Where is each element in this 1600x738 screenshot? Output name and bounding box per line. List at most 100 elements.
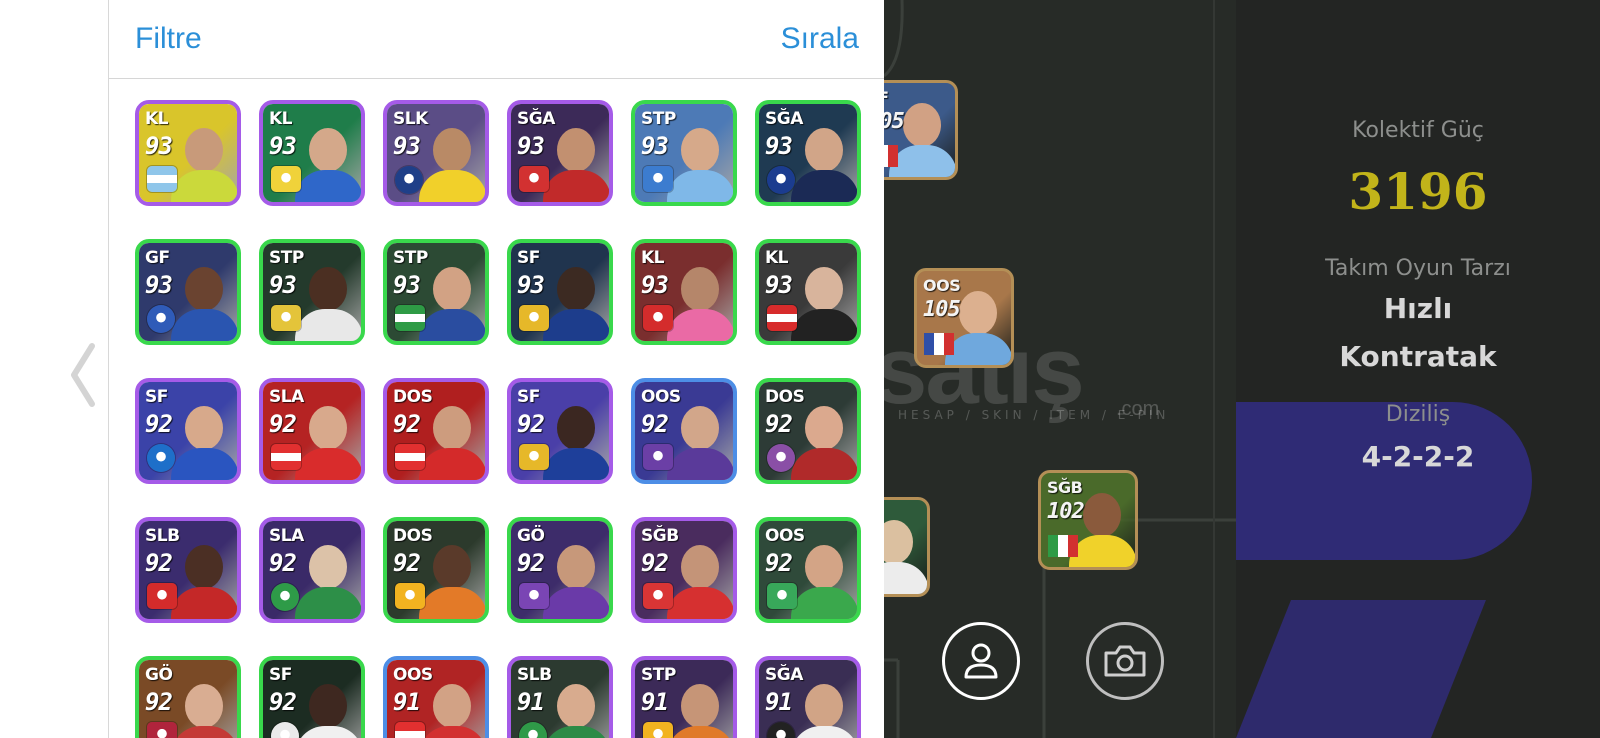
player-card[interactable]: STP 93 — [259, 239, 365, 345]
profile-button[interactable] — [942, 622, 1020, 700]
player-position: SF — [517, 248, 540, 268]
formation-value: 4-2-2-2 — [1361, 440, 1475, 473]
nation-flag-icon — [395, 444, 425, 470]
player-position: SF — [269, 665, 292, 685]
player-card[interactable]: GÖ 92 — [507, 517, 613, 623]
player-photo — [417, 122, 485, 202]
left-margin — [0, 0, 108, 738]
player-card[interactable]: SLA 92 — [259, 517, 365, 623]
player-card[interactable]: SF 92 — [135, 378, 241, 484]
player-rating: 91 — [517, 688, 545, 716]
club-crest-icon — [767, 583, 797, 609]
player-head — [805, 684, 843, 728]
player-rating: 92 — [393, 549, 421, 577]
player-head — [805, 406, 843, 450]
player-position: SĞB — [1047, 478, 1083, 497]
player-head — [681, 545, 719, 589]
formation-player-card[interactable]: OOS 105 — [914, 268, 1014, 368]
player-rating: 93 — [517, 271, 545, 299]
club-crest-icon — [519, 166, 549, 192]
player-card[interactable]: SF 93 — [507, 239, 613, 345]
player-position: SF — [145, 387, 168, 407]
player-card[interactable]: KL 93 — [259, 100, 365, 206]
player-card[interactable]: SĞA 91 — [755, 656, 861, 738]
club-crest-icon — [519, 305, 549, 331]
nation-flag-icon — [884, 145, 898, 167]
player-card[interactable]: GF 93 — [135, 239, 241, 345]
player-rating: 92 — [517, 410, 545, 438]
player-head — [884, 520, 913, 564]
player-card[interactable]: OOS 92 — [631, 378, 737, 484]
player-position: SĞA — [765, 665, 803, 685]
player-card[interactable]: SLA 92 — [259, 378, 365, 484]
player-position: KL — [765, 248, 789, 268]
player-card[interactable]: OOS 91 — [383, 656, 489, 738]
player-shirt — [791, 309, 857, 341]
player-photo — [417, 261, 485, 341]
sort-button[interactable]: Sırala — [781, 22, 859, 56]
player-rating: 92 — [393, 410, 421, 438]
player-card[interactable]: STP 93 — [631, 100, 737, 206]
club-crest-icon — [767, 444, 795, 472]
nation-flag-icon — [271, 444, 301, 470]
player-shirt — [889, 145, 955, 177]
nation-flag-icon — [924, 333, 954, 355]
player-card[interactable]: SLB 91 — [507, 656, 613, 738]
player-card[interactable]: KL 93 — [631, 239, 737, 345]
player-head — [557, 128, 595, 172]
player-photo — [169, 261, 237, 341]
player-photo — [789, 122, 857, 202]
player-head — [681, 128, 719, 172]
chevron-left-icon[interactable] — [66, 340, 100, 410]
player-card[interactable]: KL 93 — [135, 100, 241, 206]
formation-player-card[interactable]: SF 105 — [884, 80, 958, 180]
player-head — [185, 128, 223, 172]
player-position: OOS — [765, 526, 805, 546]
player-rating: 91 — [641, 688, 669, 716]
player-card[interactable]: SLB 92 — [135, 517, 241, 623]
player-shirt — [419, 170, 485, 202]
player-card[interactable]: SLK 93 — [383, 100, 489, 206]
camera-button[interactable] — [1086, 622, 1164, 700]
player-photo — [293, 122, 361, 202]
player-shirt — [171, 309, 237, 341]
player-head — [185, 545, 223, 589]
panel-header: Filtre Sırala — [109, 0, 885, 79]
player-photo — [884, 514, 927, 594]
player-card[interactable]: SĞA 93 — [755, 100, 861, 206]
player-head — [557, 267, 595, 311]
player-card[interactable]: STP 91 — [631, 656, 737, 738]
formation-player-card[interactable]: 2 — [884, 497, 930, 597]
player-card[interactable]: OOS 92 — [755, 517, 861, 623]
player-head — [309, 267, 347, 311]
player-card[interactable]: SF 92 — [259, 656, 365, 738]
club-crest-icon — [271, 305, 301, 331]
player-head — [681, 267, 719, 311]
player-shirt — [295, 170, 361, 202]
player-position: OOS — [393, 665, 433, 685]
player-card[interactable]: DOS 92 — [755, 378, 861, 484]
player-shirt — [791, 448, 857, 480]
player-shirt — [543, 726, 609, 738]
player-shirt — [171, 448, 237, 480]
formation-player-card[interactable]: SĞB 102 — [1038, 470, 1138, 570]
player-rating: 93 — [641, 271, 669, 299]
player-shirt — [667, 587, 733, 619]
player-card[interactable]: SĞA 93 — [507, 100, 613, 206]
team-stats-panel: Kolektif Güç 3196 Takım Oyun Tarzı Hızlı… — [1236, 0, 1600, 738]
player-card[interactable]: GÖ 92 — [135, 656, 241, 738]
player-photo — [665, 539, 733, 619]
player-position: SLA — [269, 387, 304, 407]
player-head — [433, 684, 471, 728]
player-card[interactable]: SF 92 — [507, 378, 613, 484]
player-card[interactable]: DOS 92 — [383, 378, 489, 484]
player-card[interactable]: DOS 92 — [383, 517, 489, 623]
player-card[interactable]: STP 93 — [383, 239, 489, 345]
player-rating: 93 — [765, 132, 793, 160]
player-photo — [169, 400, 237, 480]
filter-button[interactable]: Filtre — [135, 22, 202, 56]
player-card[interactable]: KL 93 — [755, 239, 861, 345]
player-card[interactable]: SĞB 92 — [631, 517, 737, 623]
player-photo — [665, 400, 733, 480]
player-head — [681, 406, 719, 450]
